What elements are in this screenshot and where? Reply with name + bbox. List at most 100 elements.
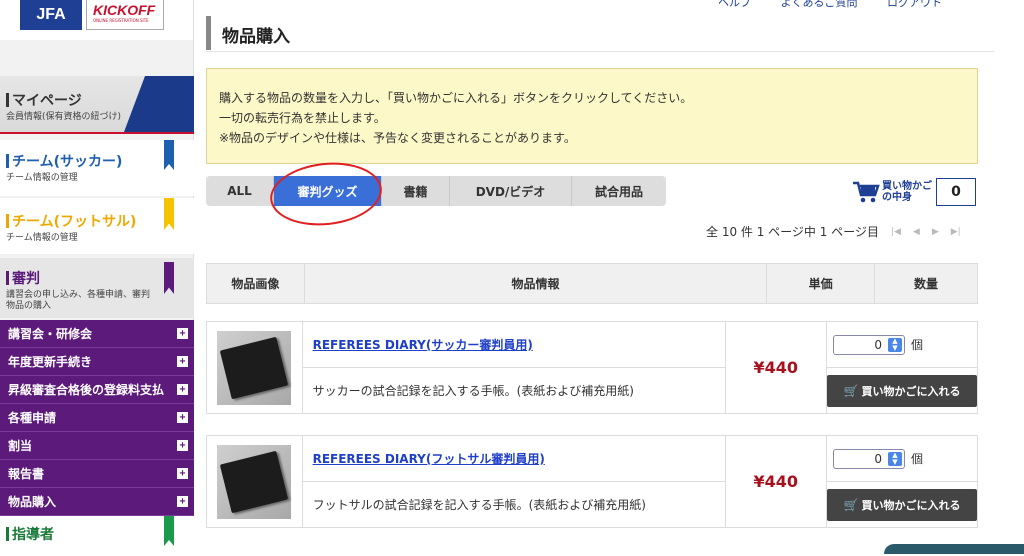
sidebar-item-team-futsal-label: チーム(フットサル) [12, 214, 137, 230]
product-image-cell [206, 435, 303, 528]
spinner-arrows-icon[interactable]: ▲ ▼ [887, 337, 902, 352]
sidebar-item-referee-sub: 講習会の申し込み、各種申請、審判物品の購入 [6, 290, 151, 311]
product-price: ¥440 [724, 321, 827, 414]
product-description: フットサルの試合記録を記入する手帳。(表紙および補充用紙) [301, 481, 726, 528]
mypage-banner-graphic [124, 76, 194, 132]
add-to-cart-button[interactable]: 🛒 買い物かごに入れる [826, 374, 977, 407]
sidebar-item-referee[interactable]: 審判 講習会の申し込み、各種申請、審判物品の購入 [0, 258, 194, 318]
notice-line: 購入する物品の数量を入力し、「買い物かごに入れる」ボタンをクリックしてください。 [219, 91, 693, 105]
kickoff-logo[interactable]: KICKOFF ONLINE REGISTRATION SITE [86, 0, 164, 30]
top-links: ヘルプ よくあるご質問 ログアウト [718, 0, 968, 10]
pagination: 全 10 件 1 ページ中 1 ページ目 |◀ ◀ ▶ ▶| [706, 223, 961, 240]
page-title: 物品購入 [206, 14, 994, 52]
page-title-text: 物品購入 [222, 27, 290, 47]
submenu-item-seminar[interactable]: 講習会・研修会 + [0, 320, 194, 348]
product-name-cell: REFEREES DIARY(フットサル審判員用) [301, 435, 726, 482]
kickoff-logo-text: KICKOFF [93, 2, 156, 18]
plus-icon: + [177, 468, 188, 479]
next-page-icon[interactable]: ▶ [932, 227, 939, 237]
sidebar-item-team-futsal[interactable]: チーム(フットサル) チーム情報の管理 [0, 198, 194, 254]
product-image-cell [206, 321, 303, 414]
add-to-cart-label: 買い物かごに入れる [861, 498, 961, 512]
notice-box: 購入する物品の数量を入力し、「買い物かごに入れる」ボタンをクリックしてください。… [206, 68, 978, 164]
spinner-arrows-icon[interactable]: ▲ ▼ [887, 451, 902, 466]
addcart-cell: 🛒 買い物かごに入れる [825, 367, 979, 414]
tab-all[interactable]: ALL [206, 176, 274, 206]
quantity-stepper[interactable]: 0 ▲ ▼ [832, 448, 905, 469]
help-link[interactable]: ヘルプ [718, 0, 751, 9]
submenu-item-assignment[interactable]: 割当 + [0, 432, 194, 460]
first-page-icon[interactable]: |◀ [891, 227, 901, 237]
submenu-item-renewal[interactable]: 年度更新手続き + [0, 348, 194, 376]
cart-label-line2: の中身 [882, 192, 912, 203]
jfa-logo[interactable]: JFA [20, 0, 82, 30]
sidebar-item-instructor-label: 指導者 [12, 527, 54, 543]
plus-icon: + [177, 356, 188, 367]
quantity-value: 0 [874, 337, 882, 352]
sidebar-item-team-futsal-sub: チーム情報の管理 [6, 233, 78, 243]
quantity-unit: 個 [910, 452, 923, 466]
sidebar-item-team-soccer[interactable]: チーム(サッカー) チーム情報の管理 [0, 140, 194, 196]
tab-books[interactable]: 書籍 [382, 176, 450, 206]
cart-icon: 🛒 [843, 497, 859, 512]
submenu-item-label: 昇級審査合格後の登録料支払 [8, 383, 165, 397]
tab-referee-goods[interactable]: 審判グッズ [274, 176, 382, 206]
cart-icon [853, 181, 880, 203]
submenu-item-purchase[interactable]: 物品購入 + [0, 488, 194, 516]
submenu-item-label: 各種申請 [8, 411, 57, 425]
qty-cell: 0 ▲ ▼ 個 [825, 321, 979, 368]
submenu-item-label: 年度更新手続き [8, 355, 93, 369]
submenu-item-applications[interactable]: 各種申請 + [0, 404, 194, 432]
pagination-text: 全 10 件 1 ページ中 1 ページ目 [706, 225, 879, 239]
addcart-cell: 🛒 買い物かごに入れる [825, 481, 979, 528]
cart-summary[interactable]: 買い物かご の中身 0 [852, 178, 976, 206]
cart-icon: 🛒 [843, 383, 859, 398]
qty-cell: 0 ▲ ▼ 個 [825, 435, 979, 482]
product-row: REFEREES DIARY(フットサル審判員用) ¥440 0 ▲ ▼ 個 フット… [206, 435, 979, 528]
add-to-cart-button[interactable]: 🛒 買い物かごに入れる [826, 488, 977, 521]
submenu-item-label: 割当 [8, 439, 33, 453]
product-name-cell: REFEREES DIARY(サッカー審判員用) [301, 321, 726, 368]
plus-icon: + [177, 328, 188, 339]
quantity-stepper[interactable]: 0 ▲ ▼ [832, 334, 905, 355]
plus-icon: + [177, 496, 188, 507]
product-name-link[interactable]: REFEREES DIARY(サッカー審判員用) [313, 338, 533, 352]
product-name-link[interactable]: REFEREES DIARY(フットサル審判員用) [313, 452, 545, 466]
sidebar-item-instructor[interactable]: 指導者 [0, 516, 194, 556]
futsal-bar [6, 214, 9, 228]
notice-line: 一切の転売行為を禁止します。 [219, 111, 386, 125]
tab-match-supplies[interactable]: 試合用品 [572, 176, 666, 206]
last-page-icon[interactable]: ▶| [951, 227, 961, 237]
header-qty: 数量 [874, 263, 978, 304]
cart-label-line1: 買い物かご [882, 181, 932, 192]
submenu-item-promotion-fee[interactable]: 昇級審査合格後の登録料支払 + [0, 376, 194, 404]
referee-submenu: 講習会・研修会 + 年度更新手続き + 昇級審査合格後の登録料支払 + 各種申請 + 割… [0, 320, 194, 516]
submenu-item-label: 講習会・研修会 [8, 327, 93, 341]
faq-link[interactable]: よくあるご質問 [781, 0, 858, 9]
instructor-bar [6, 527, 9, 541]
logout-link[interactable]: ログアウト [887, 0, 942, 9]
product-table-header: 物品画像 物品情報 単価 数量 [206, 263, 978, 304]
team-bar [6, 154, 9, 168]
sidebar-item-mypage-label: マイページ [12, 93, 82, 109]
product-image[interactable] [217, 444, 292, 519]
product-image[interactable] [217, 330, 292, 405]
header-price: 単価 [766, 263, 876, 304]
submenu-item-reports[interactable]: 報告書 + [0, 460, 194, 488]
sidebar-item-team-soccer-label: チーム(サッカー) [12, 154, 123, 170]
sidebar-item-mypage[interactable]: マイページ 会員情報(保有資格の紐づけ) [0, 76, 194, 134]
sidebar: JFA KICKOFF ONLINE REGISTRATION SITE マイペ… [0, 0, 194, 556]
tab-dvd-video[interactable]: DVD/ビデオ [450, 176, 572, 206]
referee-bar [6, 271, 9, 285]
add-to-cart-label: 買い物かごに入れる [861, 384, 961, 398]
bottom-decoration [884, 544, 1024, 554]
product-price: ¥440 [724, 435, 827, 528]
header-info: 物品情報 [303, 263, 768, 304]
page-title-bar [206, 16, 211, 50]
submenu-item-label: 報告書 [8, 467, 45, 481]
product-row: REFEREES DIARY(サッカー審判員用) ¥440 0 ▲ ▼ 個 サッカー… [206, 321, 979, 414]
category-tabs: ALL 審判グッズ 書籍 DVD/ビデオ 試合用品 [206, 176, 666, 206]
prev-page-icon[interactable]: ◀ [913, 227, 920, 237]
cart-count: 0 [936, 178, 976, 206]
header-image: 物品画像 [206, 263, 305, 304]
